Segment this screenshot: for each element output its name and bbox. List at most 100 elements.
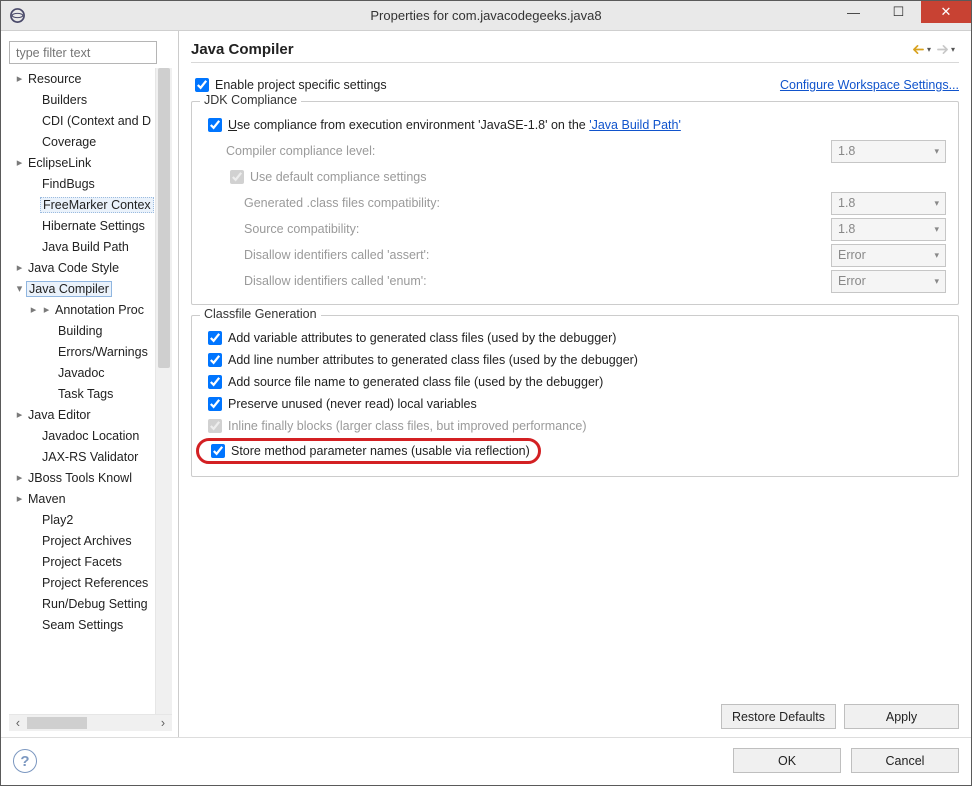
- configure-workspace-link[interactable]: Configure Workspace Settings...: [780, 78, 959, 92]
- tree-item[interactable]: Javadoc Location: [9, 425, 155, 446]
- forward-icon: [937, 44, 948, 55]
- tree-item[interactable]: FreeMarker Contex: [9, 194, 155, 215]
- dialog-buttons: OK Cancel: [733, 748, 959, 773]
- tree-item-label: FreeMarker Contex: [40, 197, 154, 213]
- tree-item-label: CDI (Context and D: [40, 114, 153, 128]
- tree-item[interactable]: Project Facets: [9, 551, 155, 572]
- compliance-level-select: 1.8▾: [831, 140, 946, 163]
- use-execution-env[interactable]: Use compliance from execution environmen…: [204, 115, 681, 135]
- tree-item[interactable]: FindBugs: [9, 173, 155, 194]
- opt6-checkbox[interactable]: [211, 444, 225, 458]
- tree-item[interactable]: Building: [9, 320, 155, 341]
- restore-defaults-button[interactable]: Restore Defaults: [721, 704, 836, 729]
- filter-input[interactable]: [9, 41, 157, 64]
- forward-dropdown-icon[interactable]: ▾: [951, 45, 955, 54]
- tree-item[interactable]: Java Build Path: [9, 236, 155, 257]
- scroll-thumb[interactable]: [158, 68, 170, 368]
- expand-icon[interactable]: ▸: [13, 156, 26, 169]
- java-build-path-link[interactable]: 'Java Build Path': [589, 118, 681, 132]
- content-header: Java Compiler ▾ ▾: [191, 41, 959, 63]
- tree-item[interactable]: Task Tags: [9, 383, 155, 404]
- tree-item[interactable]: ▸Java Code Style: [9, 257, 155, 278]
- tree-item-label: Task Tags: [56, 387, 115, 401]
- expand-icon[interactable]: ▸: [13, 408, 26, 421]
- back-icon[interactable]: [913, 44, 924, 55]
- tree-item[interactable]: Play2: [9, 509, 155, 530]
- vertical-scrollbar[interactable]: [155, 68, 172, 714]
- chevron-down-icon: ▾: [934, 146, 939, 157]
- maximize-button[interactable]: ☐: [876, 1, 921, 23]
- tree-item-label: JAX-RS Validator: [40, 450, 140, 464]
- tree-item[interactable]: Project References: [9, 572, 155, 593]
- help-icon[interactable]: ?: [13, 749, 37, 773]
- tree-item[interactable]: ▸JBoss Tools Knowl: [9, 467, 155, 488]
- dialog-body: ▸Resource Builders CDI (Context and D Cover…: [1, 31, 971, 737]
- eclipse-icon: [9, 7, 26, 24]
- opt4-checkbox[interactable]: [208, 397, 222, 411]
- page-buttons: Restore Defaults Apply: [191, 694, 959, 729]
- tree-item[interactable]: CDI (Context and D: [9, 110, 155, 131]
- apply-button[interactable]: Apply: [844, 704, 959, 729]
- expand-icon[interactable]: ▸: [13, 471, 26, 484]
- opt3-checkbox[interactable]: [208, 375, 222, 389]
- tree-item-label: Maven: [26, 492, 68, 506]
- opt2-checkbox[interactable]: [208, 353, 222, 367]
- properties-dialog: Properties for com.javacodegeeks.java8 —…: [0, 0, 972, 786]
- expand-icon[interactable]: ▸: [27, 303, 40, 316]
- opt1-checkbox[interactable]: [208, 331, 222, 345]
- store-method-param-names[interactable]: Store method parameter names (usable via…: [207, 441, 530, 461]
- enable-row: Enable project specific settings Configu…: [191, 75, 959, 95]
- tree-item-label: JBoss Tools Knowl: [26, 471, 134, 485]
- enable-label: Enable project specific settings: [215, 78, 387, 92]
- classfile-group: Classfile Generation Add variable attrib…: [191, 315, 959, 477]
- use-env-row: Use compliance from execution environmen…: [204, 112, 946, 138]
- expand-icon[interactable]: ▸: [13, 72, 26, 85]
- add-variable-attrs[interactable]: Add variable attributes to generated cla…: [204, 328, 616, 348]
- tree-item[interactable]: ▸Maven: [9, 488, 155, 509]
- tree-item[interactable]: Seam Settings: [9, 614, 155, 635]
- add-source-filename[interactable]: Add source file name to generated class …: [204, 372, 603, 392]
- tree-item[interactable]: ▸Java Editor: [9, 404, 155, 425]
- gen-class-row: Generated .class files compatibility: 1.…: [204, 190, 946, 216]
- hscroll-track[interactable]: [27, 717, 154, 729]
- enable-project-settings[interactable]: Enable project specific settings: [191, 75, 387, 95]
- tree-item[interactable]: Run/Debug Setting: [9, 593, 155, 614]
- expand-icon[interactable]: ▸: [40, 303, 53, 316]
- add-line-numbers[interactable]: Add line number attributes to generated …: [204, 350, 638, 370]
- tree-item-label: Builders: [40, 93, 89, 107]
- tree-item[interactable]: JAX-RS Validator: [9, 446, 155, 467]
- tree-item[interactable]: Errors/Warnings: [9, 341, 155, 362]
- tree-item[interactable]: Project Archives: [9, 530, 155, 551]
- page-title: Java Compiler: [191, 41, 294, 58]
- minimize-button[interactable]: —: [831, 1, 876, 23]
- tree-item-label: Javadoc: [56, 366, 107, 380]
- tree-item[interactable]: Builders: [9, 89, 155, 110]
- enable-checkbox[interactable]: [195, 78, 209, 92]
- tree-item[interactable]: ▾Java Compiler: [9, 278, 155, 299]
- expand-icon[interactable]: ▸: [13, 492, 26, 505]
- ok-button[interactable]: OK: [733, 748, 841, 773]
- tree-item[interactable]: ▸EclipseLink: [9, 152, 155, 173]
- disallow-enum-select: Error▾: [831, 270, 946, 293]
- scroll-left-icon[interactable]: ‹: [11, 716, 25, 730]
- tree-item[interactable]: Hibernate Settings: [9, 215, 155, 236]
- collapse-icon[interactable]: ▾: [13, 282, 26, 295]
- source-compat-label: Source compatibility:: [204, 222, 359, 236]
- disallow-enum-row: Disallow identifiers called 'enum': Erro…: [204, 268, 946, 294]
- tree-item[interactable]: Coverage: [9, 131, 155, 152]
- tree-item[interactable]: Javadoc: [9, 362, 155, 383]
- close-button[interactable]: ✕: [921, 1, 971, 23]
- back-dropdown-icon[interactable]: ▾: [927, 45, 931, 54]
- cancel-button[interactable]: Cancel: [851, 748, 959, 773]
- tree-item-label: Javadoc Location: [40, 429, 141, 443]
- preserve-unused-locals[interactable]: Preserve unused (never read) local varia…: [204, 394, 477, 414]
- use-env-checkbox[interactable]: [208, 118, 222, 132]
- expand-icon[interactable]: ▸: [13, 261, 26, 274]
- tree-item[interactable]: ▸Resource: [9, 68, 155, 89]
- hscroll-thumb[interactable]: [27, 717, 87, 729]
- sidebar: ▸Resource Builders CDI (Context and D Cover…: [1, 31, 179, 737]
- tree-item[interactable]: ▸▸Annotation Proc: [9, 299, 155, 320]
- horizontal-scrollbar[interactable]: ‹ ›: [9, 714, 172, 731]
- settings-tree[interactable]: ▸Resource Builders CDI (Context and D Cover…: [9, 68, 155, 714]
- scroll-right-icon[interactable]: ›: [156, 716, 170, 730]
